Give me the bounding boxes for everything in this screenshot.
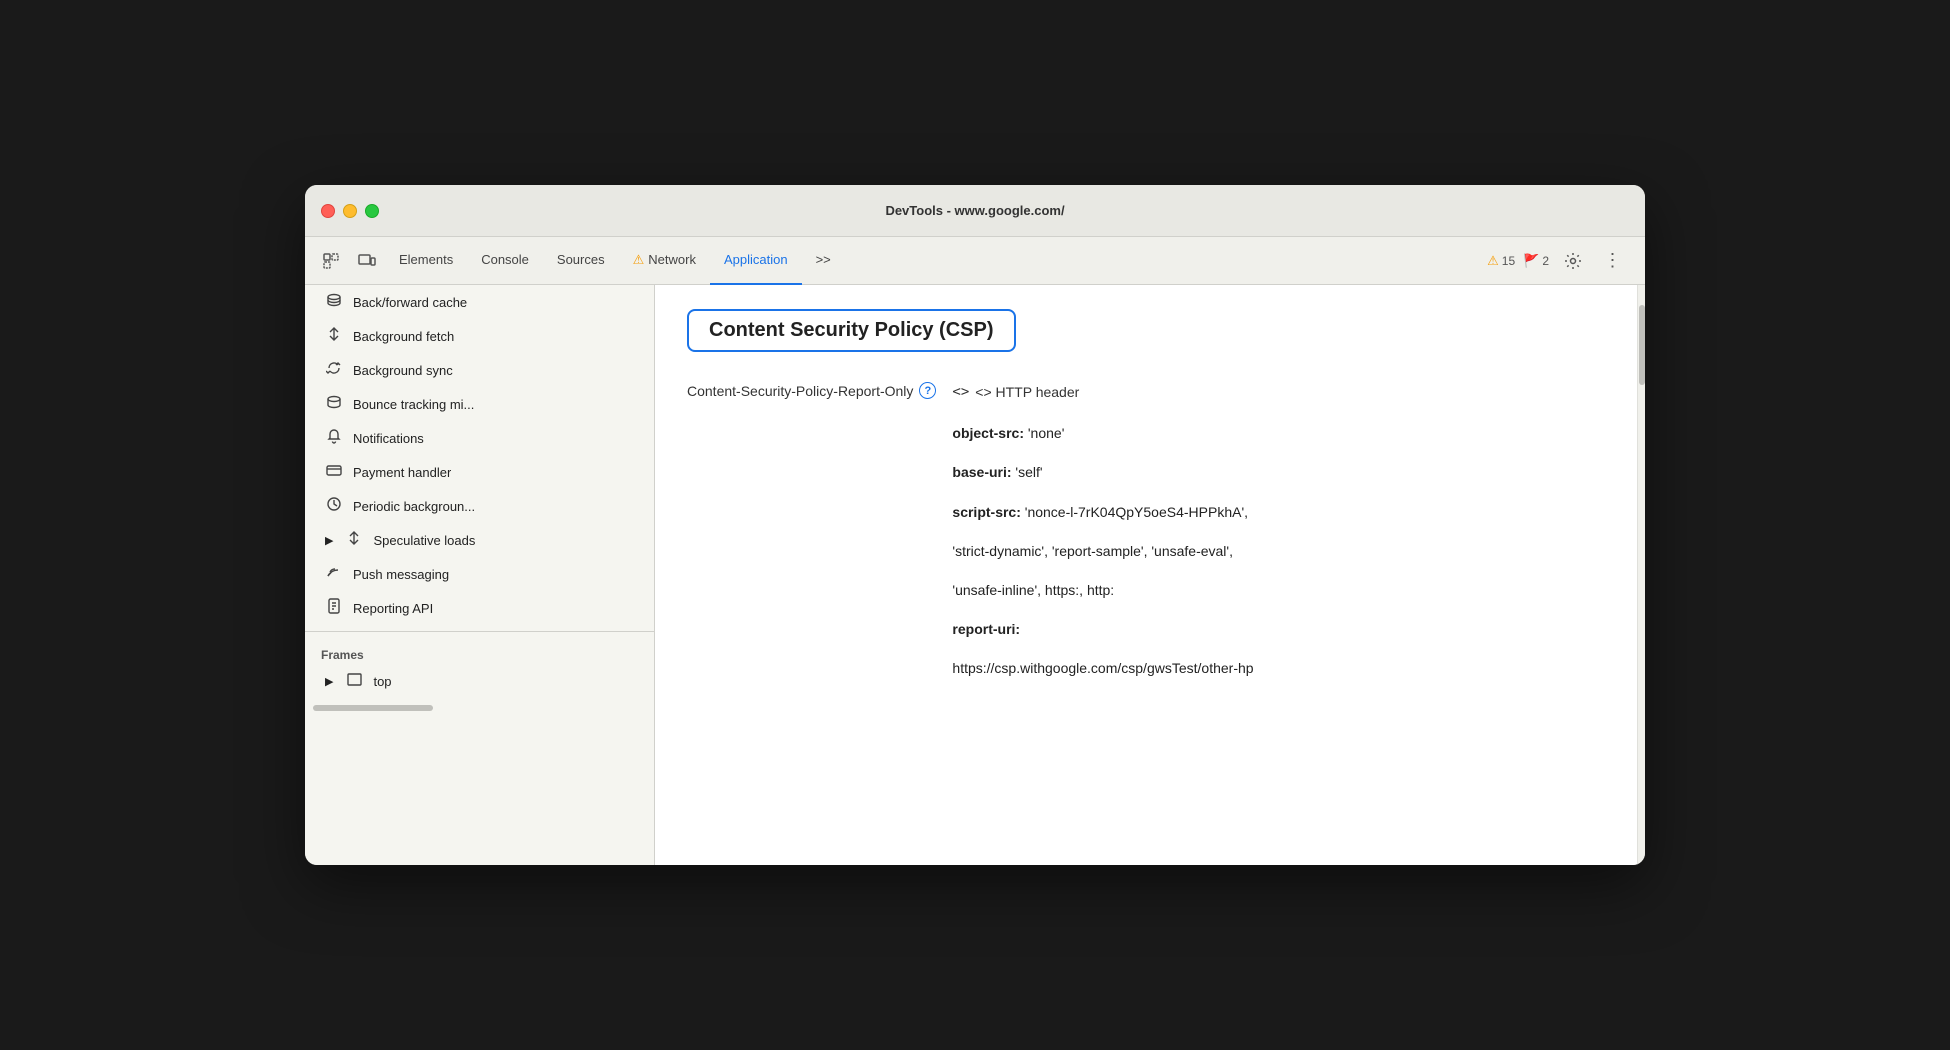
object-src-key: object-src: [952, 425, 1024, 441]
speculative-loads-expand-icon[interactable]: ▶ [325, 534, 333, 547]
reporting-api-icon [325, 598, 343, 618]
payment-handler-icon [325, 462, 343, 482]
csp-value-block: <> <> HTTP header object-src: 'none' bas… [952, 380, 1253, 696]
vertical-dots-icon: ⋮ [1604, 250, 1623, 271]
sidebar: Back/forward cache Background fetch [305, 285, 655, 865]
frames-top-expand-icon[interactable]: ▶ [325, 675, 333, 688]
more-options-button[interactable]: ⋮ [1597, 245, 1629, 277]
sidebar-item-background-sync[interactable]: Background sync [305, 353, 654, 387]
notifications-icon [325, 428, 343, 448]
info-icon[interactable]: ? [919, 382, 936, 399]
sidebar-item-speculative-loads[interactable]: ▶ Speculative loads [305, 523, 654, 557]
sidebar-item-periodic-background[interactable]: Periodic backgroun... [305, 489, 654, 523]
minimize-button[interactable] [343, 204, 357, 218]
select-element-icon[interactable] [313, 243, 349, 279]
script-src-val: 'nonce-l-7rK04QpY5oeS4-HPPkhA', [1025, 504, 1248, 520]
prop-base-uri: base-uri: 'self' [952, 460, 1253, 485]
code-brackets-icon: <> [952, 380, 969, 405]
prop-script-src: script-src: 'nonce-l-7rK04QpY5oeS4-HPPkh… [952, 500, 1253, 525]
sidebar-label-push-messaging: Push messaging [353, 567, 449, 582]
right-scrollbar-thumb[interactable] [1639, 305, 1645, 385]
sidebar-item-push-messaging[interactable]: Push messaging [305, 557, 654, 591]
toolbar-right: ⚠ 15 🚩 2 ⋮ [1487, 245, 1637, 277]
network-warning-icon: ⚠ [633, 252, 645, 268]
sidebar-label-frames-top: top [373, 674, 391, 689]
sidebar-scrollbar-area[interactable] [305, 705, 654, 713]
base-uri-key: base-uri: [952, 464, 1011, 480]
frames-section-header: Frames [305, 638, 654, 666]
prop-object-src: object-src: 'none' [952, 421, 1253, 446]
settings-button[interactable] [1557, 245, 1589, 277]
prop-script-src-2: 'strict-dynamic', 'report-sample', 'unsa… [952, 539, 1253, 564]
prop-report-uri-val: https://csp.withgoogle.com/csp/gwsTest/o… [952, 656, 1253, 681]
script-src-val3: 'unsafe-inline', https:, http: [952, 582, 1114, 598]
script-src-key: script-src: [952, 504, 1020, 520]
error-icon: 🚩 [1523, 253, 1539, 269]
periodic-background-icon [325, 496, 343, 516]
prop-script-src-3: 'unsafe-inline', https:, http: [952, 578, 1253, 603]
report-uri-val: https://csp.withgoogle.com/csp/gwsTest/o… [952, 660, 1253, 676]
tab-bar: Elements Console Sources ⚠ Network Appli… [385, 237, 1487, 284]
csp-policy-label: Content-Security-Policy-Report-Only ? [687, 380, 936, 399]
warning-icon: ⚠ [1487, 253, 1499, 269]
tab-application[interactable]: Application [710, 237, 802, 285]
tab-elements[interactable]: Elements [385, 237, 467, 285]
device-toggle-icon[interactable] [349, 243, 385, 279]
window-title: DevTools - www.google.com/ [885, 203, 1064, 218]
sidebar-label-back-forward-cache: Back/forward cache [353, 295, 467, 310]
tab-network[interactable]: ⚠ Network [619, 237, 710, 285]
right-scrollbar[interactable] [1637, 285, 1645, 865]
back-forward-cache-icon [325, 292, 343, 312]
csp-title: Content Security Policy (CSP) [709, 319, 994, 341]
sidebar-item-frames-top[interactable]: ▶ top [305, 666, 654, 697]
http-header-label: <> <> HTTP header [952, 380, 1253, 405]
base-uri-val: 'self' [1015, 464, 1042, 480]
csp-policy-row: Content-Security-Policy-Report-Only ? <>… [687, 380, 1605, 696]
background-fetch-icon [325, 326, 343, 346]
sidebar-label-periodic-background: Periodic backgroun... [353, 499, 475, 514]
main-layout: Back/forward cache Background fetch [305, 285, 1645, 865]
devtools-window: DevTools - www.google.com/ Elements Cons… [305, 185, 1645, 865]
frames-top-icon [345, 673, 363, 690]
sidebar-divider [305, 631, 654, 632]
maximize-button[interactable] [365, 204, 379, 218]
prop-report-uri: report-uri: [952, 617, 1253, 642]
toolbar: Elements Console Sources ⚠ Network Appli… [305, 237, 1645, 285]
object-src-val: 'none' [1028, 425, 1065, 441]
traffic-lights [321, 204, 379, 218]
sidebar-label-background-sync: Background sync [353, 363, 453, 378]
bounce-tracking-icon [325, 394, 343, 414]
report-uri-key: report-uri: [952, 621, 1020, 637]
sidebar-label-reporting-api: Reporting API [353, 601, 433, 616]
sidebar-scroll-thumb[interactable] [313, 705, 433, 711]
tab-console[interactable]: Console [467, 237, 543, 285]
sidebar-label-background-fetch: Background fetch [353, 329, 454, 344]
more-tabs-button[interactable]: >> [802, 237, 845, 285]
sidebar-item-reporting-api[interactable]: Reporting API [305, 591, 654, 625]
sidebar-item-bounce-tracking[interactable]: Bounce tracking mi... [305, 387, 654, 421]
csp-title-box: Content Security Policy (CSP) [687, 309, 1016, 352]
error-badge[interactable]: 🚩 2 [1523, 253, 1549, 269]
sidebar-label-notifications: Notifications [353, 431, 424, 446]
background-sync-icon [325, 360, 343, 380]
sidebar-label-bounce-tracking: Bounce tracking mi... [353, 397, 474, 412]
speculative-loads-icon [345, 530, 363, 550]
content-area: Content Security Policy (CSP) Content-Se… [655, 285, 1637, 865]
sidebar-item-payment-handler[interactable]: Payment handler [305, 455, 654, 489]
script-src-val2: 'strict-dynamic', 'report-sample', 'unsa… [952, 543, 1233, 559]
sidebar-item-back-forward-cache[interactable]: Back/forward cache [305, 285, 654, 319]
warning-badge[interactable]: ⚠ 15 [1487, 253, 1515, 269]
sidebar-item-background-fetch[interactable]: Background fetch [305, 319, 654, 353]
push-messaging-icon [325, 564, 343, 584]
titlebar: DevTools - www.google.com/ [305, 185, 1645, 237]
sidebar-label-payment-handler: Payment handler [353, 465, 451, 480]
sidebar-label-speculative-loads: Speculative loads [373, 533, 475, 548]
close-button[interactable] [321, 204, 335, 218]
tab-sources[interactable]: Sources [543, 237, 619, 285]
sidebar-item-notifications[interactable]: Notifications [305, 421, 654, 455]
